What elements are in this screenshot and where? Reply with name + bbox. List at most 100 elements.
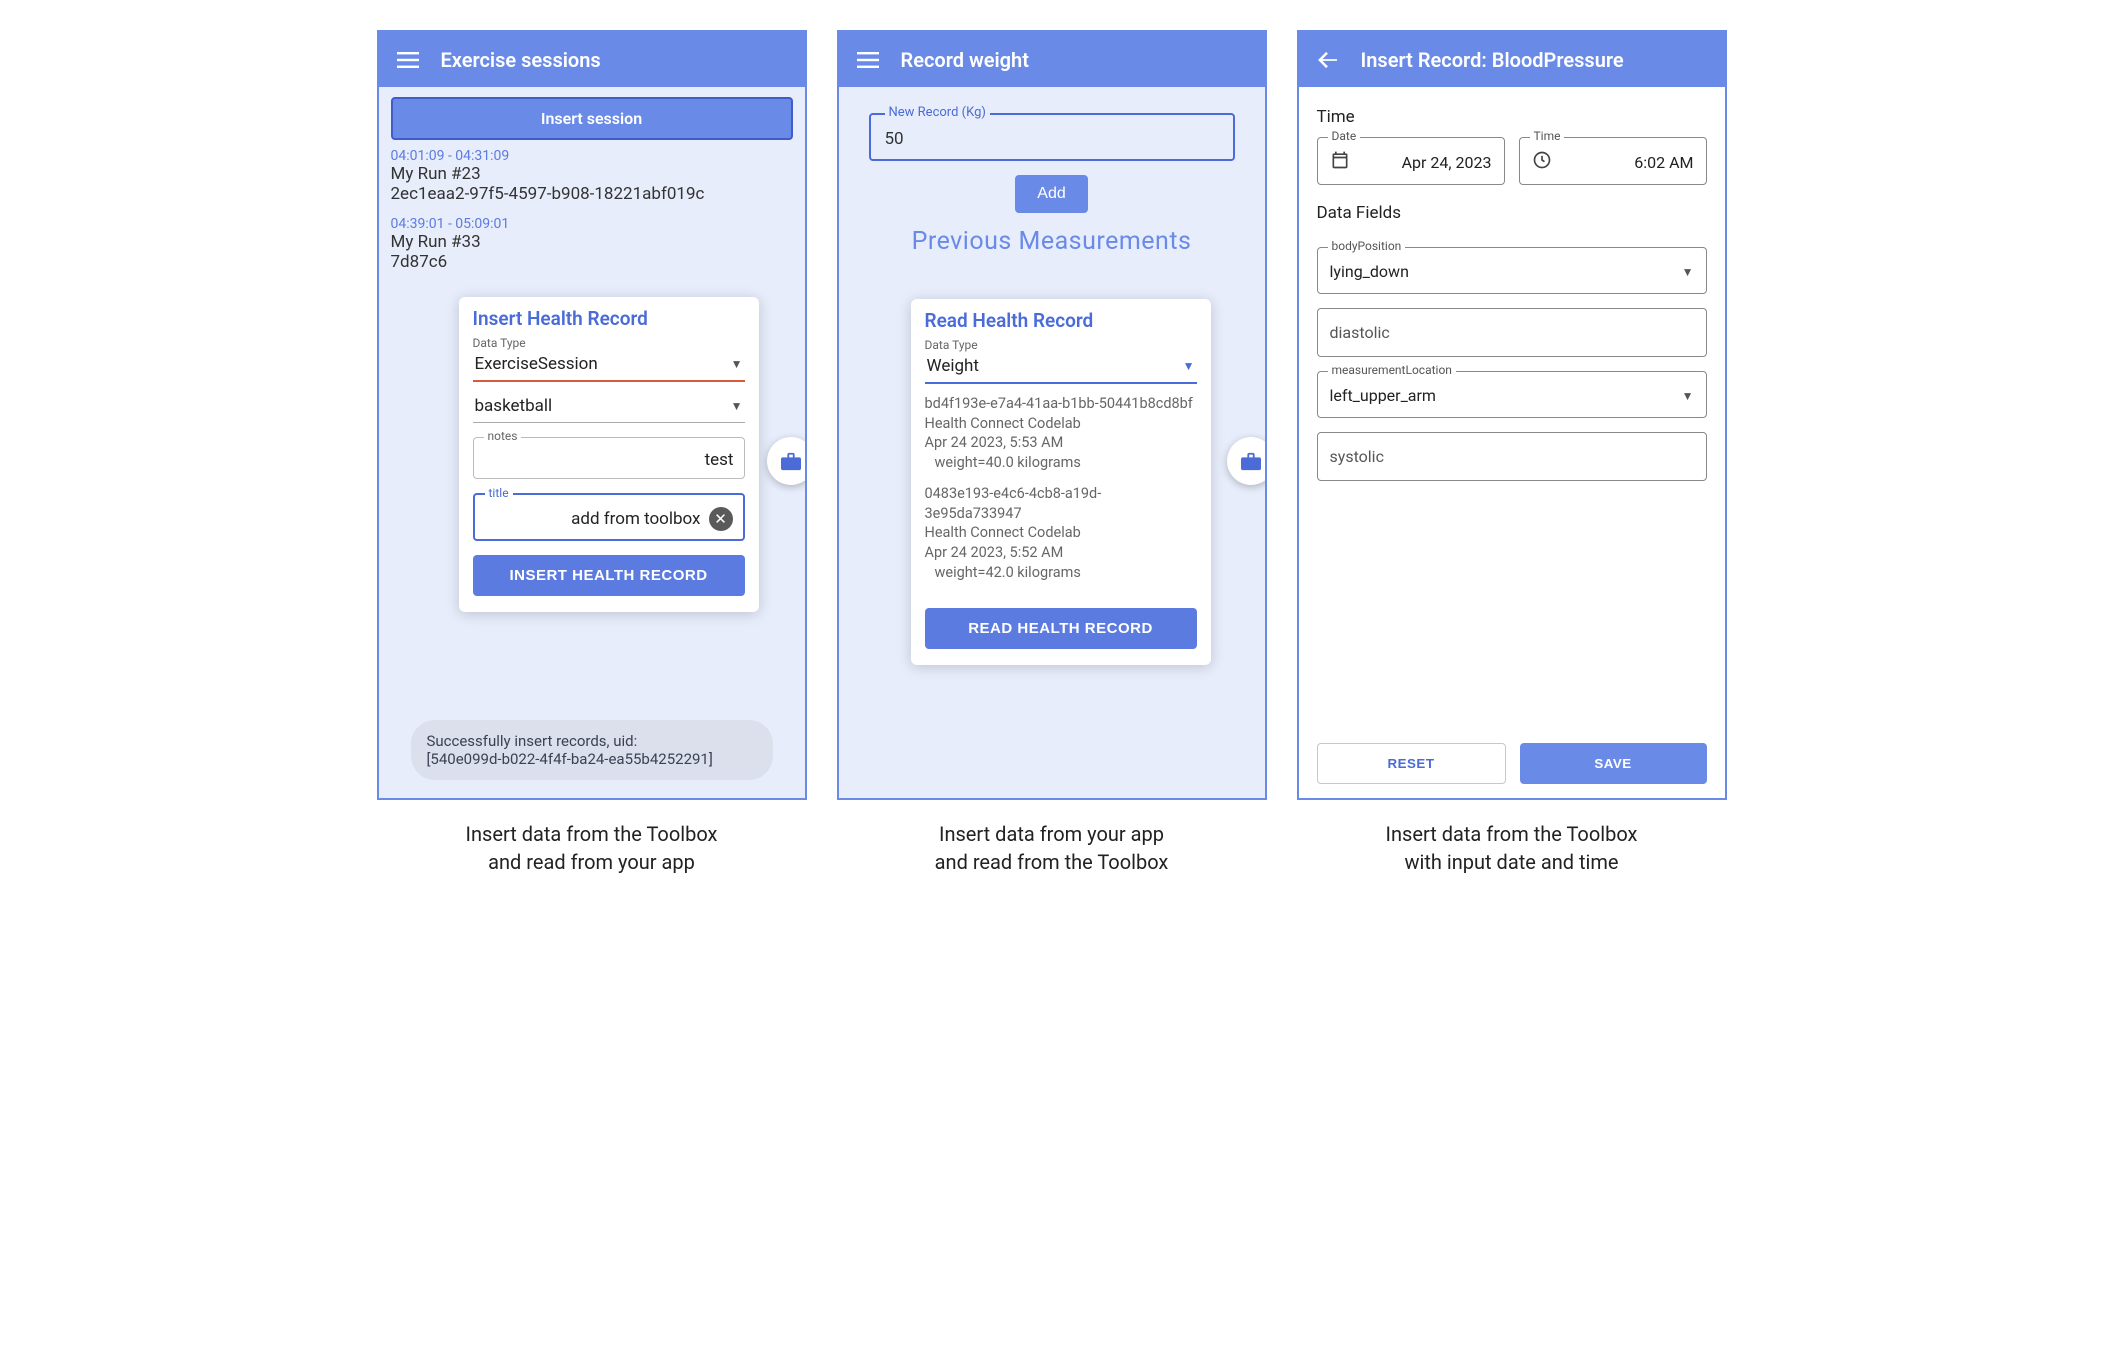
record-date: Apr 24 2023, 5:53 AM [925, 433, 1197, 453]
phone-3: Insert Record: BloodPressure Time Date A… [1297, 30, 1727, 800]
toolbox-fab[interactable] [1227, 437, 1265, 485]
hamburger-icon[interactable] [397, 52, 419, 68]
data-type-label: Data Type [473, 336, 745, 350]
body-position-select[interactable]: bodyPosition lying_down ▼ [1317, 247, 1707, 294]
time-legend: Time [1530, 129, 1565, 143]
reset-button[interactable]: RESET [1317, 743, 1506, 784]
phone-1-column: Exercise sessions Insert session 04:01:0… [377, 30, 807, 876]
insert-health-record-button[interactable]: INSERT HEALTH RECORD [473, 555, 745, 596]
title-field[interactable]: title add from toolbox ✕ [473, 493, 745, 541]
dropdown-caret-icon: ▼ [1682, 265, 1694, 279]
measurement-location-legend: measurementLocation [1328, 363, 1456, 377]
read-health-record-button[interactable]: READ HEALTH RECORD [925, 608, 1197, 649]
clock-icon [1532, 150, 1552, 174]
session-time: 04:01:09 - 04:31:09 [391, 148, 793, 164]
session-time: 04:39:01 - 05:09:01 [391, 216, 793, 232]
body-position-value: lying_down [1330, 262, 1409, 281]
measurement-location-value: left_upper_arm [1330, 386, 1436, 405]
app-bar-title: Record weight [901, 48, 1029, 72]
date-legend: Date [1328, 129, 1361, 143]
measurement-location-select[interactable]: measurementLocation left_upper_arm ▼ [1317, 371, 1707, 418]
toast-line-1: Successfully insert records, uid: [426, 732, 756, 750]
record-weight: weight=40.0 kilograms [925, 453, 1197, 473]
insert-session-button[interactable]: Insert session [391, 97, 793, 140]
save-button[interactable]: SAVE [1520, 743, 1707, 784]
caption-1: Insert data from the Toolbox and read fr… [466, 820, 718, 876]
record-app: Health Connect Codelab [925, 523, 1197, 543]
session-item-1[interactable]: 04:01:09 - 04:31:09 My Run #23 2ec1eaa2-… [391, 148, 793, 204]
insert-health-record-card: Insert Health Record Data Type ExerciseS… [459, 297, 759, 612]
dropdown-caret-icon: ▼ [1682, 389, 1694, 403]
read-records-list: bd4f193e-e7a4-41aa-b1bb-50441b8cd8bf Hea… [925, 394, 1197, 582]
dropdown-caret-icon: ▼ [1183, 359, 1195, 373]
read-health-record-card: Read Health Record Data Type Weight ▼ bd… [911, 299, 1211, 665]
caption-2: Insert data from your app and read from … [935, 820, 1169, 876]
time-section-label: Time [1317, 107, 1707, 127]
phone-3-body: Time Date Apr 24, 2023 Time 6:02 AM [1299, 87, 1725, 798]
exercise-type-value: basketball [475, 396, 553, 416]
hamburger-icon[interactable] [857, 52, 879, 68]
phone-3-column: Insert Record: BloodPressure Time Date A… [1297, 30, 1727, 876]
card-title: Read Health Record [925, 309, 1197, 332]
phone-1-body: Insert session 04:01:09 - 04:31:09 My Ru… [379, 87, 805, 798]
record-date: Apr 24 2023, 5:52 AM [925, 543, 1197, 563]
exercise-type-select[interactable]: basketball ▼ [473, 392, 745, 423]
record-app: Health Connect Codelab [925, 414, 1197, 434]
data-type-value: Weight [927, 356, 979, 376]
app-bar-2: Record weight [839, 32, 1265, 87]
title-legend: title [485, 486, 513, 500]
phone-2-column: Record weight New Record (Kg) 50 Add Pre… [837, 30, 1267, 876]
session-uid: 7d87c6 [391, 252, 793, 272]
record-item: bd4f193e-e7a4-41aa-b1bb-50441b8cd8bf Hea… [925, 394, 1197, 472]
footer-buttons: RESET SAVE [1317, 723, 1707, 784]
data-type-select[interactable]: ExerciseSession ▼ [473, 350, 745, 382]
card-title: Insert Health Record [473, 307, 745, 330]
app-bar-title: Exercise sessions [441, 48, 601, 72]
record-id: 0483e193-e4c6-4cb8-a19d-3e95da733947 [925, 484, 1197, 523]
record-id: bd4f193e-e7a4-41aa-b1bb-50441b8cd8bf [925, 394, 1197, 414]
toast-message: Successfully insert records, uid: [540e0… [410, 720, 772, 780]
record-item: 0483e193-e4c6-4cb8-a19d-3e95da733947 Hea… [925, 484, 1197, 582]
dropdown-caret-icon: ▼ [731, 357, 743, 371]
phone-2-body: New Record (Kg) 50 Add Previous Measurem… [839, 87, 1265, 798]
title-value: add from toolbox [571, 509, 700, 529]
dropdown-caret-icon: ▼ [731, 399, 743, 413]
notes-legend: notes [484, 429, 522, 443]
session-title: My Run #23 [391, 164, 793, 184]
date-value: Apr 24, 2023 [1364, 153, 1492, 172]
toolbox-fab[interactable] [767, 437, 805, 485]
record-weight: weight=42.0 kilograms [925, 563, 1197, 583]
new-record-field[interactable]: New Record (Kg) 50 [869, 113, 1235, 161]
clear-icon[interactable]: ✕ [709, 507, 733, 531]
time-picker[interactable]: Time 6:02 AM [1519, 137, 1707, 185]
body-position-legend: bodyPosition [1328, 239, 1406, 253]
data-fields-label: Data Fields [1317, 203, 1707, 223]
app-bar-1: Exercise sessions [379, 32, 805, 87]
phone-2: Record weight New Record (Kg) 50 Add Pre… [837, 30, 1267, 800]
systolic-label: systolic [1330, 447, 1384, 466]
data-type-value: ExerciseSession [475, 354, 598, 374]
previous-measurements-header: Previous Measurements [851, 227, 1253, 256]
notes-field[interactable]: notes test [473, 437, 745, 479]
diastolic-field[interactable]: diastolic [1317, 308, 1707, 357]
app-bar-3: Insert Record: BloodPressure [1299, 32, 1725, 87]
session-item-2[interactable]: 04:39:01 - 05:09:01 My Run #33 7d87c6 [391, 216, 793, 272]
calendar-icon [1330, 150, 1350, 174]
session-title: My Run #33 [391, 232, 793, 252]
time-value: 6:02 AM [1566, 153, 1694, 172]
notes-value: test [705, 450, 734, 470]
date-picker[interactable]: Date Apr 24, 2023 [1317, 137, 1505, 185]
data-type-label: Data Type [925, 338, 1197, 352]
new-record-legend: New Record (Kg) [885, 105, 990, 120]
data-type-select[interactable]: Weight ▼ [925, 352, 1197, 384]
back-arrow-icon[interactable] [1317, 51, 1339, 69]
app-bar-title: Insert Record: BloodPressure [1361, 48, 1624, 72]
session-uid: 2ec1eaa2-97f5-4597-b908-18221abf019c [391, 184, 793, 204]
phone-1: Exercise sessions Insert session 04:01:0… [377, 30, 807, 800]
add-button[interactable]: Add [1015, 175, 1087, 213]
caption-3: Insert data from the Toolbox with input … [1386, 820, 1638, 876]
diastolic-label: diastolic [1330, 323, 1390, 342]
toast-line-2: [540e099d-b022-4f4f-ba24-ea55b4252291] [426, 750, 756, 768]
systolic-field[interactable]: systolic [1317, 432, 1707, 481]
new-record-value: 50 [885, 129, 904, 149]
